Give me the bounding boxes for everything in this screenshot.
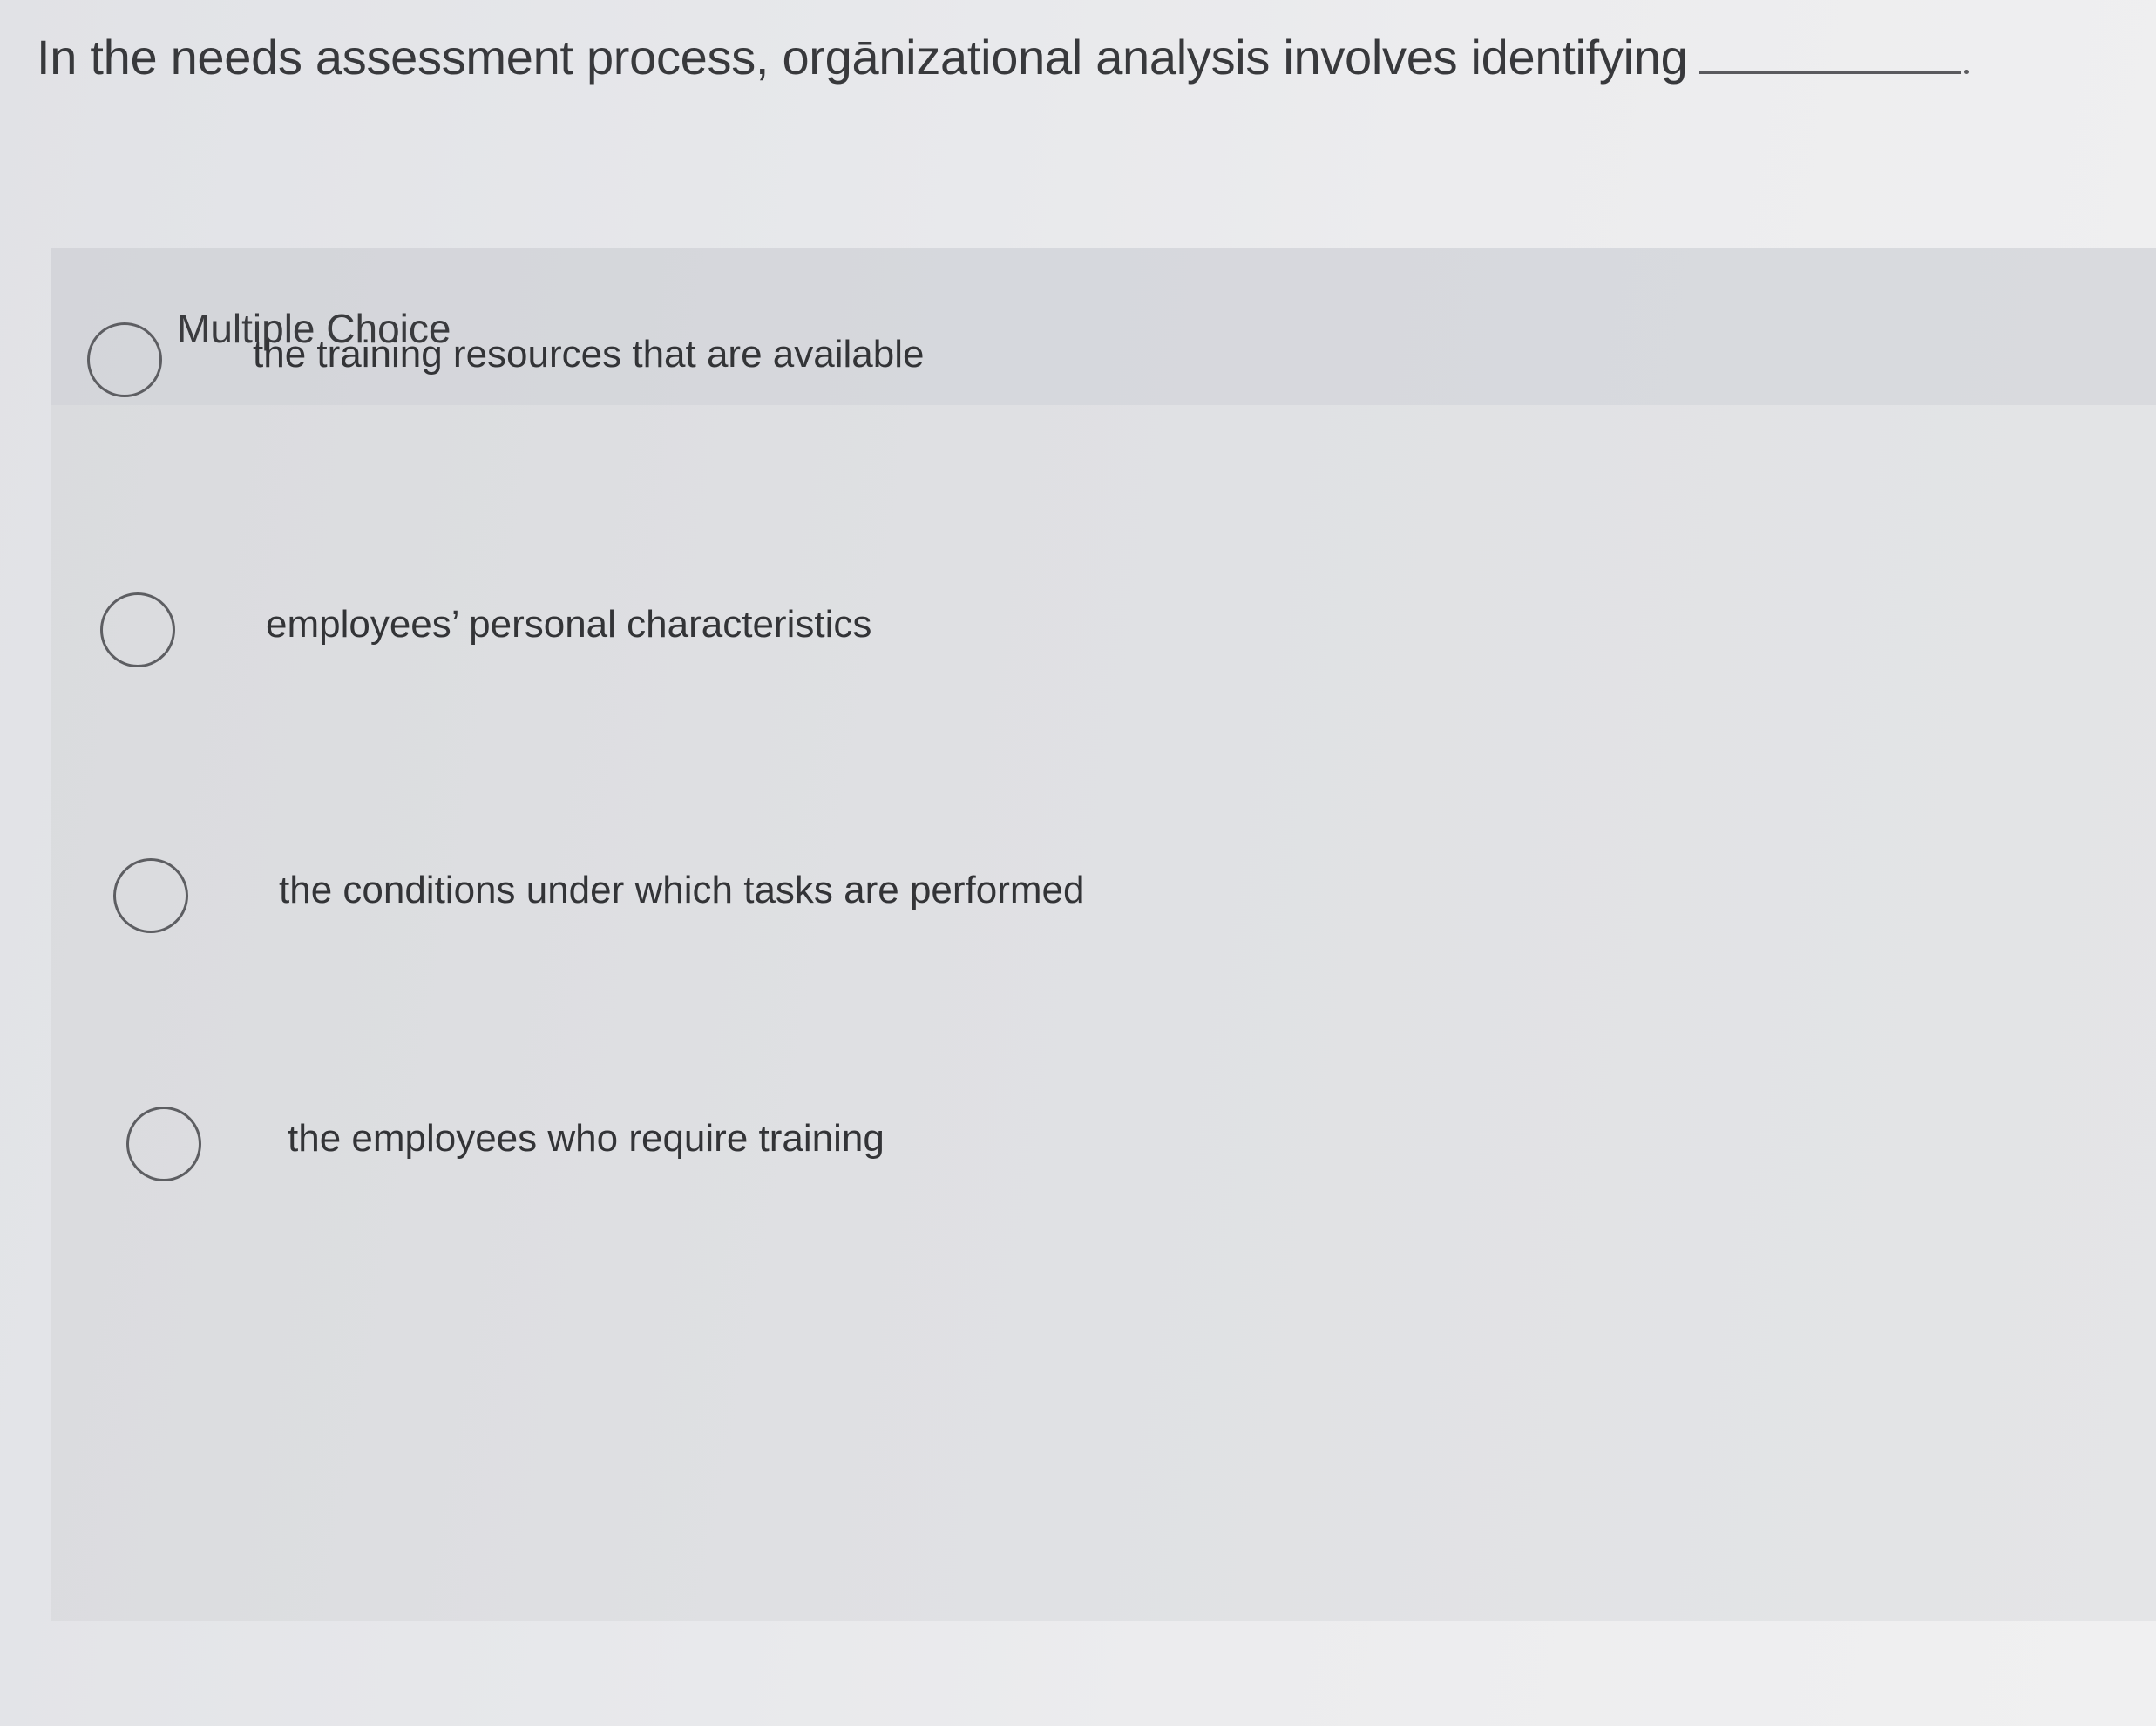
choice-label-3[interactable]: the conditions under which tasks are per… (279, 869, 1085, 912)
choice-option-3[interactable]: the conditions under which tasks are per… (0, 849, 1917, 954)
choice-label-1[interactable]: the training resources that are availabl… (253, 333, 924, 376)
radio-button-1[interactable] (87, 322, 162, 397)
question-text: In the needs assessment process, orgāniz… (37, 30, 1688, 85)
radio-button-4[interactable] (126, 1107, 201, 1181)
question-prompt: In the needs assessment process, orgāniz… (37, 16, 2128, 99)
answer-blank (1699, 17, 1962, 74)
radio-button-3[interactable] (113, 858, 188, 933)
choice-label-4[interactable]: the employees who require training (288, 1117, 885, 1161)
choice-option-2[interactable]: employees’ personal characteristics (0, 584, 1917, 688)
choice-label-2[interactable]: employees’ personal characteristics (266, 603, 871, 646)
blank-period (1964, 70, 1970, 74)
choice-option-4[interactable]: the employees who require training (0, 1098, 1917, 1202)
choice-option-1[interactable]: the training resources that are availabl… (0, 314, 1917, 418)
radio-button-2[interactable] (100, 592, 175, 667)
